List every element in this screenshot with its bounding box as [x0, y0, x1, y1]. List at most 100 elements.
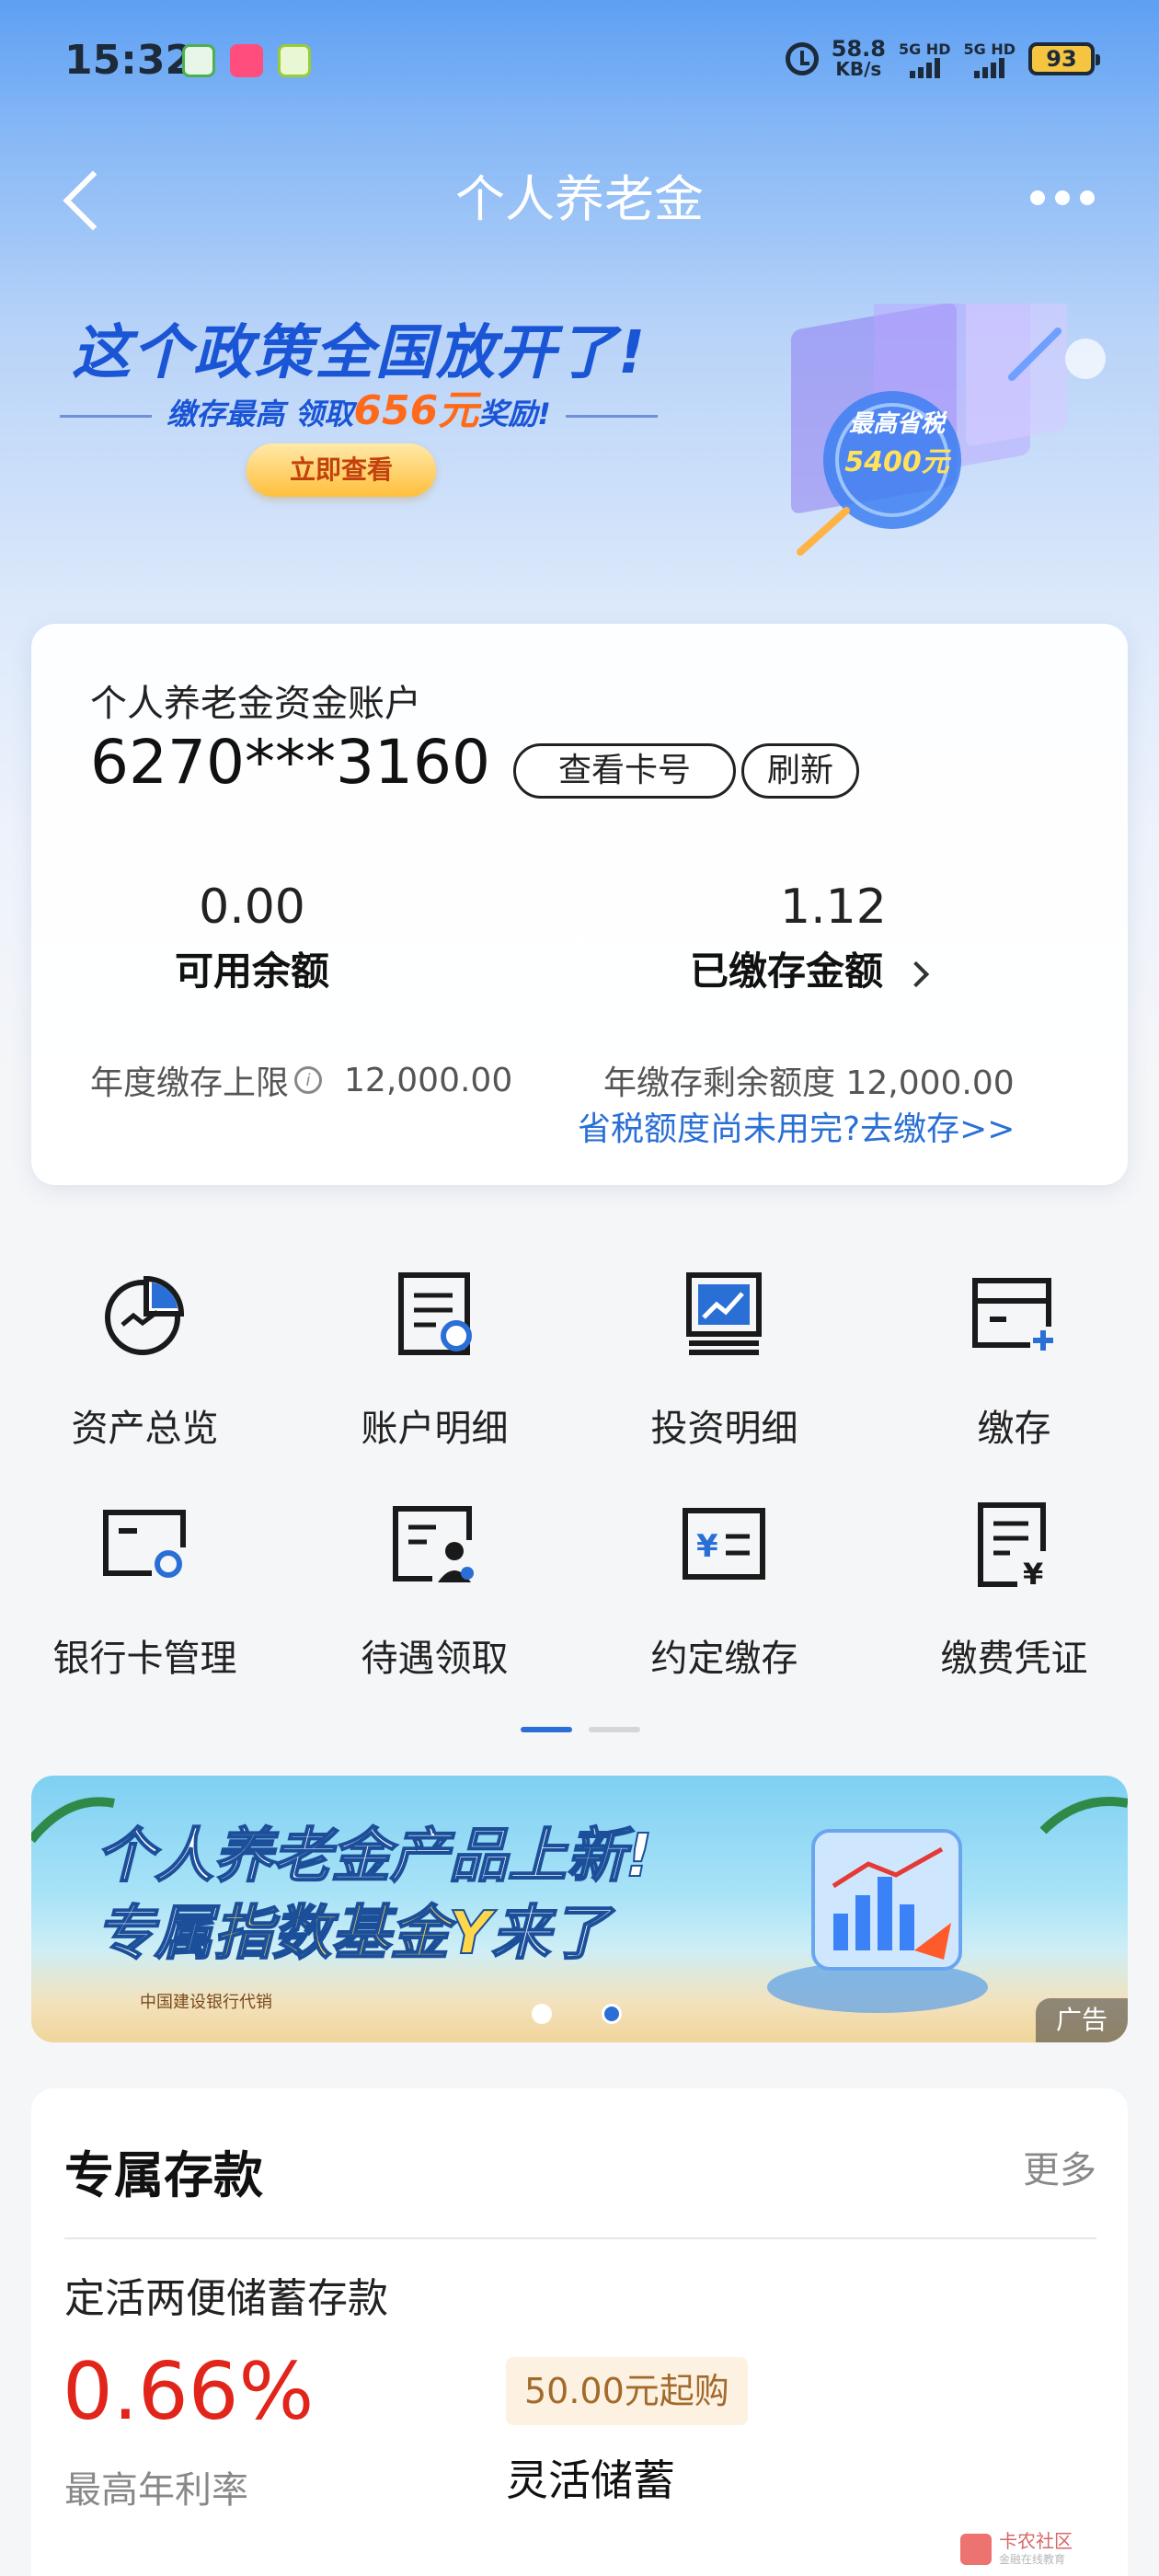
available-balance-value: 0.00 — [199, 880, 305, 935]
product-type: 灵活储蓄 — [506, 2455, 675, 2505]
speed-value: 58.8 — [831, 36, 886, 62]
scheduled-deposit-icon: ¥ — [683, 1508, 765, 1580]
alarm-icon — [785, 42, 819, 75]
benefit-claim-icon — [393, 1506, 478, 1586]
signal-icon — [909, 57, 940, 78]
chevron-right-icon — [902, 960, 930, 987]
app-notification-icon — [230, 44, 263, 77]
watermark-logo-icon — [960, 2534, 992, 2565]
account-number: 6270***3160 — [90, 727, 490, 798]
carousel-dot[interactable] — [532, 2004, 552, 2024]
svg-text:¥: ¥ — [1023, 1557, 1043, 1588]
function-label: 约定缴存 — [650, 1638, 798, 1680]
promo-banner[interactable]: 个人养老金产品上新! 专属指数基金Y来了 中国建设银行代销 广告 — [31, 1776, 1128, 2042]
banner-sub-suffix: 奖励! — [478, 397, 551, 431]
signal-sim1: 5G HD — [898, 40, 951, 78]
promo-line2-highlight: 指数基金Y — [212, 1899, 492, 1969]
promo-line2-suffix: 来了 — [490, 1899, 610, 1969]
status-right: 58.8 KB/s 5G HD 5G HD 93 — [785, 36, 1100, 80]
promo-line2: 专属指数基金Y来了 — [95, 1886, 610, 1971]
banner-subtitle: 缴存最高 领取656元奖励! — [37, 377, 681, 436]
speed-unit: KB/s — [835, 58, 882, 80]
section-title: 专属存款 — [64, 2146, 263, 2204]
more-options-button[interactable] — [1030, 184, 1095, 212]
page-indicator — [589, 1727, 640, 1732]
annual-limit: 年度缴存上限 i 12,000.00 — [90, 1056, 512, 1104]
svg-text:¥: ¥ — [696, 1528, 718, 1565]
account-card: 个人养老金资金账户 6270***3160 查看卡号 刷新 0.00 可用余额 … — [31, 624, 1128, 1185]
annual-limit-label: 年度缴存上限 — [90, 1064, 290, 1102]
info-icon[interactable]: i — [294, 1066, 323, 1094]
deposited-amount-label: 已缴存金额 — [690, 940, 1021, 996]
function-payment-voucher[interactable]: ¥ 缴费凭证 — [869, 1500, 1159, 1720]
available-balance: 0.00 可用余额 — [137, 880, 367, 996]
account-label: 个人养老金资金账户 — [90, 683, 421, 725]
function-scheduled-deposit[interactable]: ¥ 约定缴存 — [580, 1500, 869, 1720]
signal-sim2: 5G HD — [963, 40, 1016, 78]
remaining-quota-value: 12,000.00 — [845, 1064, 1015, 1102]
watermark-sub: 金融在线教育 — [999, 2553, 1066, 2566]
promo-agent: 中国建设银行代销 — [140, 1993, 272, 2012]
remaining-quota: 年缴存剩余额度 12,000.00 — [603, 1056, 1015, 1104]
investment-detail-icon — [686, 1272, 762, 1355]
tax-saving-badge: 最高省税 5400元 — [828, 405, 966, 479]
go-deposit-link[interactable]: 省税额度尚未用完?去缴存>> — [578, 1102, 1015, 1150]
refresh-button[interactable]: 刷新 — [741, 743, 859, 799]
view-card-number-button[interactable]: 查看卡号 — [513, 743, 736, 799]
more-link[interactable]: 更多 — [1023, 2140, 1096, 2193]
asset-overview-icon — [105, 1275, 185, 1355]
function-bank-card[interactable]: 银行卡管理 — [0, 1500, 290, 1720]
app-notification-icon — [278, 44, 311, 77]
account-detail-icon — [398, 1272, 472, 1355]
promo-line2-prefix: 专属 — [95, 1899, 214, 1969]
function-deposit[interactable]: 缴存 — [869, 1270, 1159, 1490]
deposit-icon — [972, 1278, 1058, 1354]
function-label: 待遇领取 — [361, 1638, 509, 1680]
function-label: 缴费凭证 — [940, 1638, 1088, 1680]
signal-icon — [974, 57, 1005, 78]
deposited-amount-label-text: 已缴存金额 — [690, 949, 884, 994]
watermark: 卡农社区 金融在线教育 — [960, 2532, 1073, 2567]
function-asset-overview[interactable]: 资产总览 — [0, 1270, 290, 1490]
ad-label: 广告 — [1036, 1998, 1128, 2042]
function-label: 资产总览 — [71, 1408, 219, 1450]
badge-line2: 5400元 — [844, 446, 949, 478]
banner-sub-prefix: 缴存最高 领取 — [166, 397, 354, 431]
function-label: 缴存 — [977, 1408, 1051, 1450]
exclusive-deposit-section: 专属存款 更多 定活两便储蓄存款 0.66% 最高年利率 50.00元起购 灵活… — [31, 2088, 1128, 2576]
badge-line1: 最高省税 — [848, 410, 945, 438]
remaining-quota-label: 年缴存剩余额度 — [603, 1064, 836, 1102]
banner-illustration: 最高省税 5400元 — [736, 271, 1122, 570]
deposited-amount[interactable]: 1.12 已缴存金额 — [690, 880, 1021, 996]
sim2-label: 5G HD — [963, 40, 1016, 58]
product-name[interactable]: 定活两便储蓄存款 — [64, 2265, 388, 2324]
policy-banner[interactable]: 这个政策全国放开了! 缴存最高 领取656元奖励! 立即查看 最高省税 5400… — [0, 271, 1159, 589]
carousel-dot-active[interactable] — [602, 2004, 622, 2024]
min-purchase-tag: 50.00元起购 — [506, 2357, 748, 2425]
bank-card-icon — [103, 1510, 189, 1584]
sim1-label: 5G HD — [898, 40, 951, 58]
watermark-text: 卡农社区 — [999, 2530, 1073, 2552]
function-label: 投资明细 — [650, 1408, 798, 1450]
watermark-text-block: 卡农社区 金融在线教育 — [999, 2532, 1073, 2567]
function-account-detail[interactable]: 账户明细 — [290, 1270, 580, 1490]
page-indicator-active — [521, 1727, 572, 1732]
annual-limit-value: 12,000.00 — [344, 1061, 513, 1099]
payment-voucher-icon: ¥ — [978, 1502, 1058, 1588]
network-speed: 58.8 KB/s — [831, 36, 886, 80]
available-balance-label: 可用余额 — [174, 949, 329, 994]
app-notification-icon — [182, 44, 215, 77]
function-label: 账户明细 — [361, 1408, 509, 1450]
promo-line1: 个人养老金产品上新! — [95, 1822, 653, 1892]
function-label: 银行卡管理 — [52, 1638, 237, 1680]
function-benefit-claim[interactable]: 待遇领取 — [290, 1500, 580, 1720]
status-bar: 15:32 58.8 KB/s 5G HD 5G HD 93 — [0, 0, 1159, 120]
interest-rate: 0.66% — [63, 2346, 315, 2438]
deposited-amount-value: 1.12 — [780, 880, 887, 935]
page-title: 个人养老金 — [455, 170, 704, 228]
function-investment-detail[interactable]: 投资明细 — [580, 1270, 869, 1490]
divider — [64, 2237, 1096, 2239]
interest-rate-label: 最高年利率 — [64, 2469, 248, 2512]
view-now-button[interactable]: 立即查看 — [247, 443, 436, 497]
battery-icon: 93 — [1028, 42, 1100, 75]
